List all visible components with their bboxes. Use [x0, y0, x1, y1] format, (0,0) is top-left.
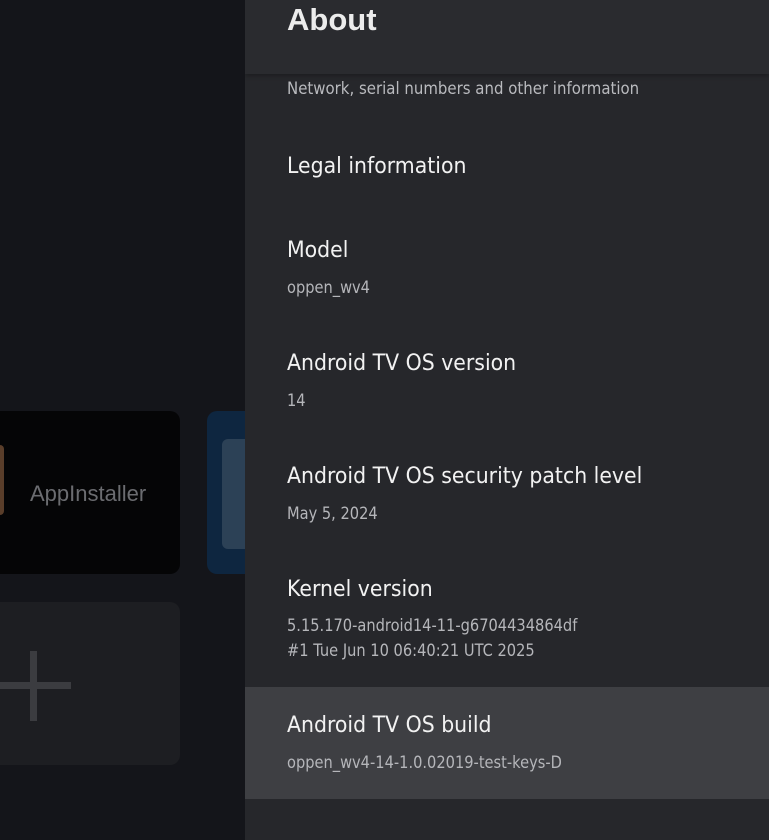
- settings-item-value: May 5, 2024: [287, 504, 378, 524]
- screen: AppInstaller About Network, serial numbe…: [0, 0, 769, 840]
- settings-item-title: Model: [287, 238, 349, 263]
- settings-item-os-build[interactable]: Android TV OS build oppen_wv4-14-1.0.020…: [245, 687, 769, 799]
- app-tile-appinstaller[interactable]: AppInstaller: [0, 411, 180, 574]
- settings-item-title: Legal information: [287, 154, 467, 179]
- settings-item-kernel-version[interactable]: Kernel version 5.15.170-android14-11-g67…: [245, 565, 769, 675]
- launcher-background: AppInstaller: [0, 0, 267, 840]
- settings-item-security-patch[interactable]: Android TV OS security patch level May 5…: [245, 452, 769, 542]
- settings-item-os-version[interactable]: Android TV OS version 14: [245, 339, 769, 429]
- page-title: About: [287, 2, 377, 37]
- settings-item-value: 14: [287, 391, 306, 411]
- settings-item-value: oppen_wv4: [287, 278, 370, 298]
- appinstaller-icon: [0, 445, 4, 515]
- plus-icon-bar: [0, 682, 71, 689]
- settings-item-legal-information[interactable]: Legal information: [245, 142, 769, 202]
- settings-item-title: Android TV OS security patch level: [287, 464, 643, 489]
- settings-item-value: oppen_wv4-14-1.0.02019-test-keys-D: [287, 753, 562, 773]
- settings-item-model[interactable]: Model oppen_wv4: [245, 226, 769, 316]
- settings-panel: About Network, serial numbers and other …: [245, 0, 769, 840]
- settings-item-value: 5.15.170-android14-11-g6704434864df: [287, 616, 578, 636]
- settings-item-value-line2: #1 Tue Jun 10 06:40:21 UTC 2025: [287, 641, 535, 661]
- add-app-tile[interactable]: [0, 602, 180, 765]
- about-subtitle: Network, serial numbers and other inform…: [287, 79, 640, 99]
- settings-item-title: Android TV OS version: [287, 351, 517, 376]
- settings-item-title: Kernel version: [287, 577, 433, 602]
- app-tile-label: AppInstaller: [30, 481, 147, 506]
- panel-header: About: [245, 0, 769, 74]
- settings-item-title: Android TV OS build: [287, 713, 492, 738]
